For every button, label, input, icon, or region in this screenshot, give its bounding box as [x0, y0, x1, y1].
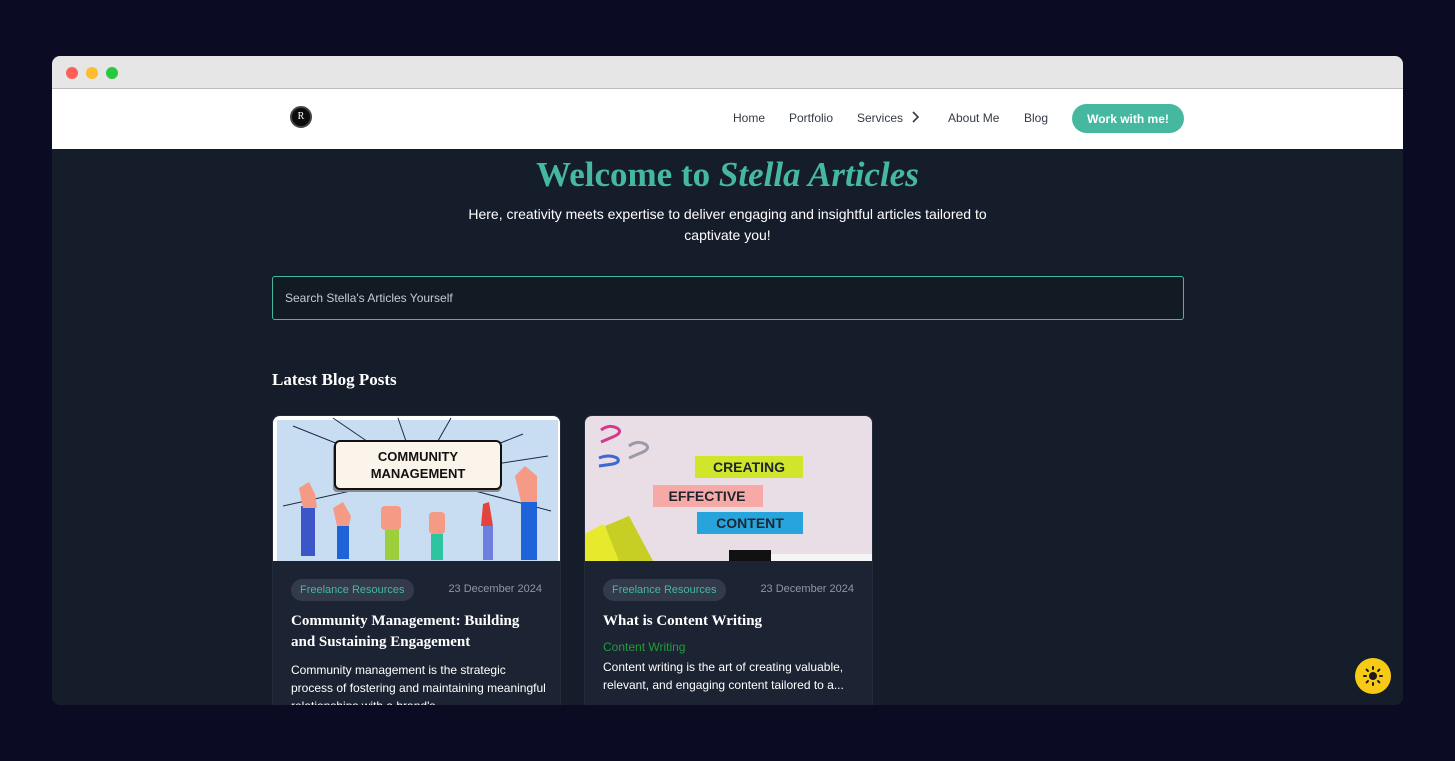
hero-title: Welcome to Stella Articles [52, 155, 1403, 195]
nav-home[interactable]: Home [733, 111, 765, 125]
community-illustration: COMMUNITY MANAGEMENT [273, 416, 560, 561]
minimize-window-button[interactable] [86, 67, 98, 79]
post-image-text-line1: COMMUNITY [378, 449, 458, 464]
search-input[interactable] [272, 276, 1184, 320]
post-excerpt: Community management is the strategic pr… [291, 663, 546, 705]
nav-blog[interactable]: Blog [1024, 111, 1048, 125]
hero-title-highlight: Stella Articles [718, 155, 919, 194]
post-image-text-line2: EFFECTIVE [668, 488, 745, 504]
sun-icon [1363, 666, 1383, 686]
theme-toggle-button[interactable] [1355, 658, 1391, 694]
content-illustration: CREATING EFFECTIVE CONTENT [585, 416, 872, 561]
post-image-content[interactable]: CREATING EFFECTIVE CONTENT [585, 416, 872, 561]
blog-post-card[interactable]: CREATING EFFECTIVE CONTENT Freelance Res… [584, 415, 873, 705]
hero-subtitle: Here, creativity meets expertise to deli… [468, 206, 987, 243]
nav-about-me[interactable]: About Me [948, 111, 999, 125]
site-logo[interactable]: R [290, 106, 312, 128]
post-title[interactable]: Community Management: Building and Susta… [291, 611, 541, 653]
post-image-text-line3: CONTENT [716, 515, 784, 531]
post-date: 23 December 2024 [448, 583, 542, 595]
browser-window: R Home Portfolio Services About Me Blog … [52, 56, 1403, 705]
site-navbar: R Home Portfolio Services About Me Blog … [52, 89, 1403, 149]
close-window-button[interactable] [66, 67, 78, 79]
latest-posts-heading: Latest Blog Posts [272, 370, 397, 389]
chevron-right-icon[interactable] [908, 110, 922, 124]
post-date: 23 December 2024 [760, 583, 854, 595]
post-title[interactable]: What is Content Writing [603, 611, 853, 632]
nav-services[interactable]: Services [857, 111, 903, 125]
post-image-community[interactable]: COMMUNITY MANAGEMENT [273, 416, 560, 561]
post-image-text-line1: CREATING [713, 459, 785, 475]
post-excerpt: Content writing is the art of creating v… [603, 660, 844, 692]
maximize-window-button[interactable] [106, 67, 118, 79]
hero-title-prefix: Welcome to [536, 155, 711, 194]
work-with-me-button[interactable]: Work with me! [1072, 104, 1184, 133]
window-titlebar [52, 56, 1403, 89]
post-image-text-line2: MANAGEMENT [371, 466, 466, 481]
blog-post-card[interactable]: COMMUNITY MANAGEMENT Freelance Resources… [272, 415, 561, 705]
category-badge[interactable]: Freelance Resources [603, 579, 726, 601]
post-subcategory: Content Writing [603, 640, 686, 654]
category-badge[interactable]: Freelance Resources [291, 579, 414, 601]
nav-portfolio[interactable]: Portfolio [789, 111, 833, 125]
